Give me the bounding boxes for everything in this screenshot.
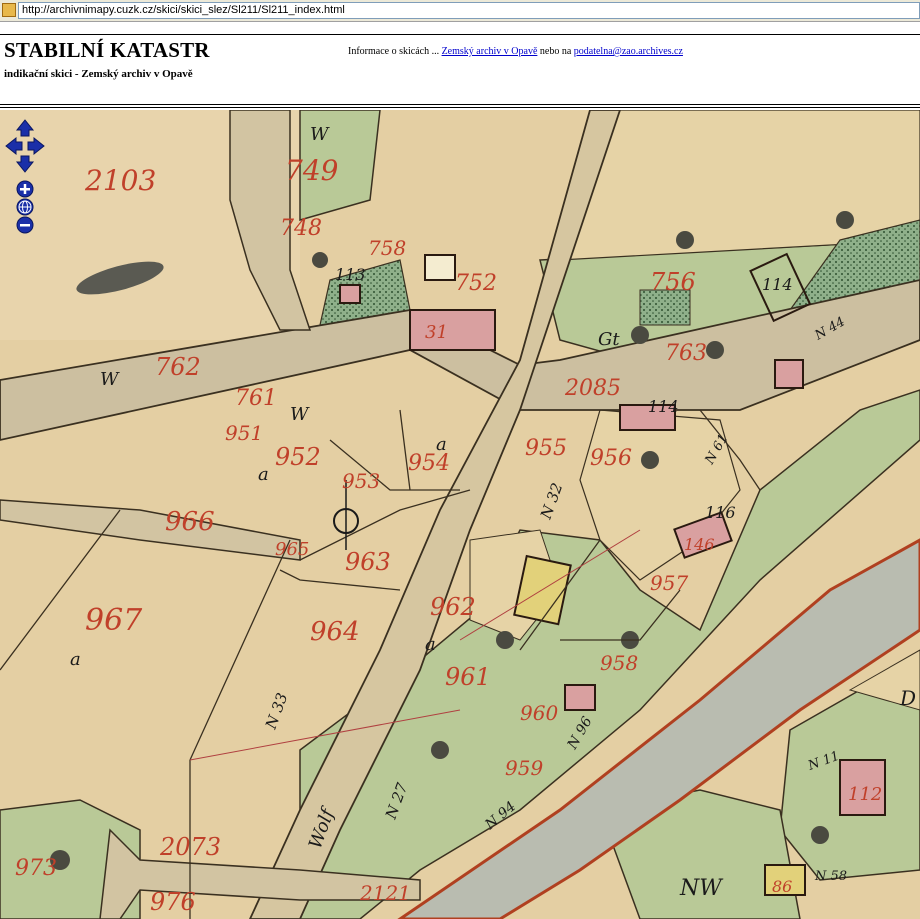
parcel-number: 962 — [430, 593, 476, 621]
parcel-number: 957 — [650, 571, 688, 595]
land-label: D — [899, 686, 916, 710]
parcel-number: 748 — [280, 216, 322, 241]
parcel-number: 146 — [684, 535, 715, 554]
parcel-number: 763 — [665, 341, 707, 366]
parcel-number: 86 — [772, 877, 792, 896]
parcel-number: 762 — [155, 353, 201, 381]
parcel-number: 959 — [505, 756, 543, 780]
parcel-number: 952 — [275, 443, 321, 471]
parcel-number: 958 — [600, 651, 638, 675]
parcel-number: 953 — [342, 469, 380, 493]
page-favicon-icon — [2, 3, 16, 17]
house-number: 113 — [335, 265, 366, 284]
parcel-number: 960 — [520, 701, 558, 725]
parcel-number: 973 — [15, 856, 57, 881]
pan-left-button[interactable] — [5, 136, 23, 156]
parcel-number: 963 — [345, 548, 391, 576]
header-bottom-rule — [0, 104, 920, 105]
zoom-in-button[interactable] — [16, 180, 34, 198]
parcel-number: 112 — [848, 784, 882, 805]
info-line: Informace o skicách ... Zemský archiv v … — [348, 46, 683, 57]
land-label: a — [425, 634, 436, 655]
land-label: a — [436, 434, 447, 455]
zoom-world-button[interactable] — [16, 198, 34, 216]
info-prefix: Informace o skicách ... — [348, 46, 442, 57]
parcel-number: 756 — [650, 268, 696, 296]
parcel-number: 752 — [455, 271, 497, 296]
parcel-number: 761 — [235, 386, 277, 411]
parcel-number: 976 — [150, 888, 196, 916]
land-label: NW — [679, 876, 724, 901]
parcel-number: 961 — [445, 663, 491, 691]
page-subtitle: indikační skici - Zemský archiv v Opavě — [4, 68, 193, 80]
parcel-number: 956 — [590, 446, 632, 471]
land-label: W — [100, 369, 120, 390]
land-label: Gt — [598, 329, 620, 350]
house-number: 116 — [705, 503, 736, 522]
land-label: a — [70, 649, 81, 670]
cadastral-map-image: 2103 749 748 758 762 752 756 763 2085 76… — [0, 110, 920, 919]
land-label: W — [310, 124, 330, 145]
parcel-number: 951 — [225, 421, 263, 445]
parcel-number: 964 — [310, 617, 360, 647]
land-label: a — [258, 464, 269, 485]
info-middle: nebo na — [537, 46, 574, 57]
parcel-number: 2103 — [84, 164, 156, 197]
map-navigation-control — [4, 118, 46, 236]
zoom-out-button[interactable] — [16, 216, 34, 234]
land-label: N 58 — [814, 869, 847, 884]
parcel-number: 2121 — [359, 881, 411, 905]
parcel-number: 955 — [525, 436, 567, 461]
house-number: 114 — [648, 397, 679, 416]
browser-address-bar: http://archivnimapy.cuzk.cz/skici/skici_… — [0, 0, 920, 22]
pan-up-button[interactable] — [15, 119, 35, 137]
header-bottom-rule-2 — [0, 107, 920, 108]
house-number: 114 — [762, 275, 793, 294]
parcel-number: 749 — [285, 154, 338, 187]
header-top-rule — [0, 34, 920, 35]
parcel-number: 2073 — [159, 833, 221, 861]
archive-link[interactable]: Zemský archiv v Opavě — [442, 46, 538, 57]
parcel-number: 2085 — [564, 376, 621, 401]
email-link[interactable]: podatelna@zao.archives.cz — [574, 46, 683, 57]
parcel-number: 967 — [85, 603, 143, 638]
parcel-number: 758 — [368, 236, 406, 260]
parcel-number: 966 — [165, 507, 215, 537]
page-title: STABILNÍ KATASTR — [4, 38, 210, 62]
pan-right-button[interactable] — [27, 136, 45, 156]
url-input[interactable]: http://archivnimapy.cuzk.cz/skici/skici_… — [18, 2, 920, 19]
pan-down-button[interactable] — [15, 155, 35, 173]
cadastral-map-viewport[interactable]: 2103 749 748 758 762 752 756 763 2085 76… — [0, 110, 920, 919]
parcel-number: 31 — [425, 322, 448, 343]
parcel-number: 965 — [275, 539, 309, 560]
land-label: W — [290, 404, 310, 425]
